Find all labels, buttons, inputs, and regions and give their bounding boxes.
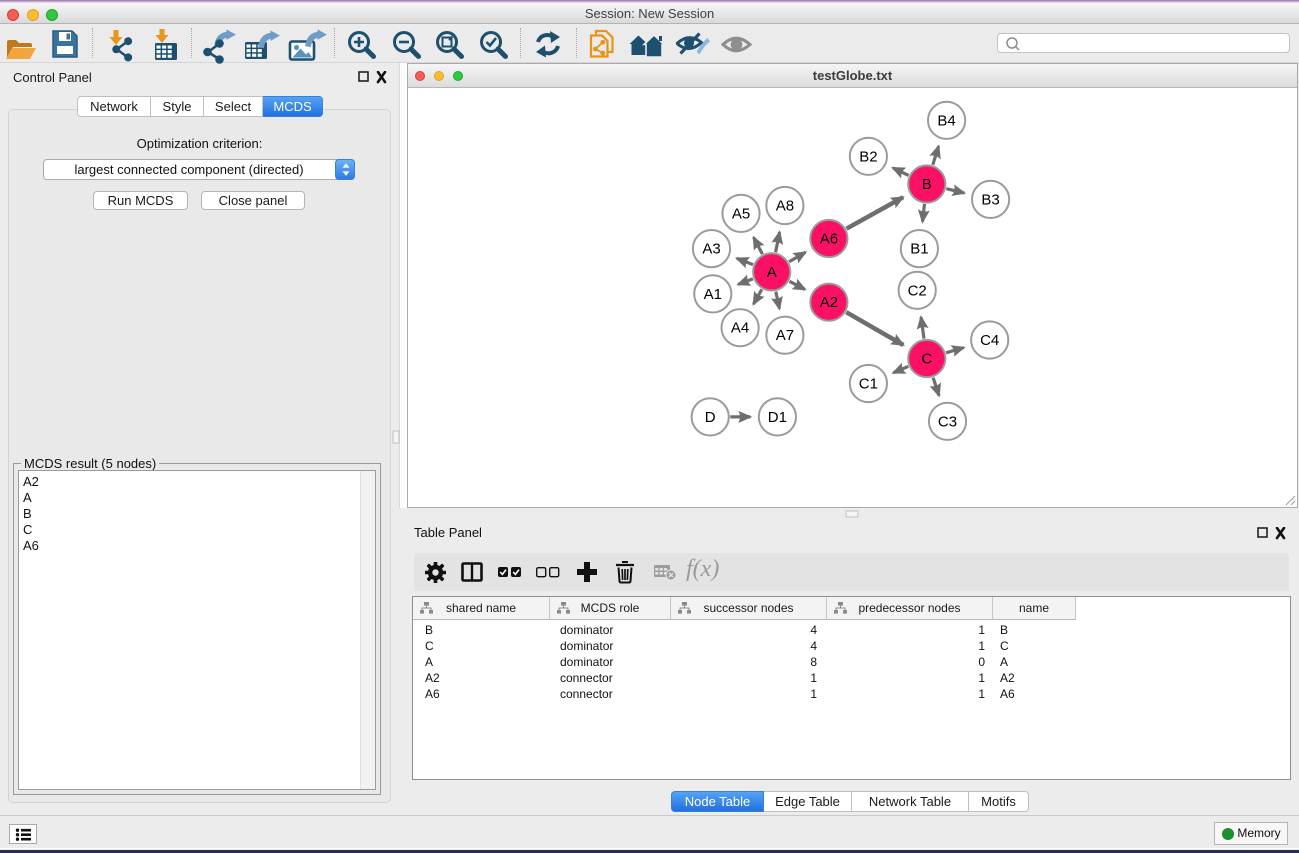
- svg-text:A2: A2: [820, 294, 838, 311]
- svg-text:A6: A6: [820, 231, 838, 248]
- svg-text:A3: A3: [702, 241, 720, 258]
- svg-text:A4: A4: [731, 320, 749, 337]
- svg-text:C2: C2: [908, 282, 927, 299]
- svg-text:A8: A8: [776, 198, 794, 215]
- svg-text:A5: A5: [732, 205, 750, 222]
- svg-text:B4: B4: [937, 112, 955, 129]
- svg-text:D1: D1: [768, 409, 787, 426]
- svg-text:A1: A1: [704, 286, 722, 303]
- svg-text:C: C: [921, 351, 932, 368]
- svg-text:B3: B3: [981, 191, 999, 208]
- svg-text:B1: B1: [910, 241, 928, 258]
- svg-text:A7: A7: [776, 327, 794, 344]
- svg-text:D: D: [705, 409, 716, 426]
- svg-text:B2: B2: [859, 148, 877, 165]
- svg-text:A: A: [767, 264, 777, 281]
- svg-text:C1: C1: [859, 376, 878, 393]
- svg-text:C3: C3: [938, 413, 957, 430]
- svg-text:C4: C4: [980, 332, 999, 349]
- svg-text:B: B: [922, 176, 932, 193]
